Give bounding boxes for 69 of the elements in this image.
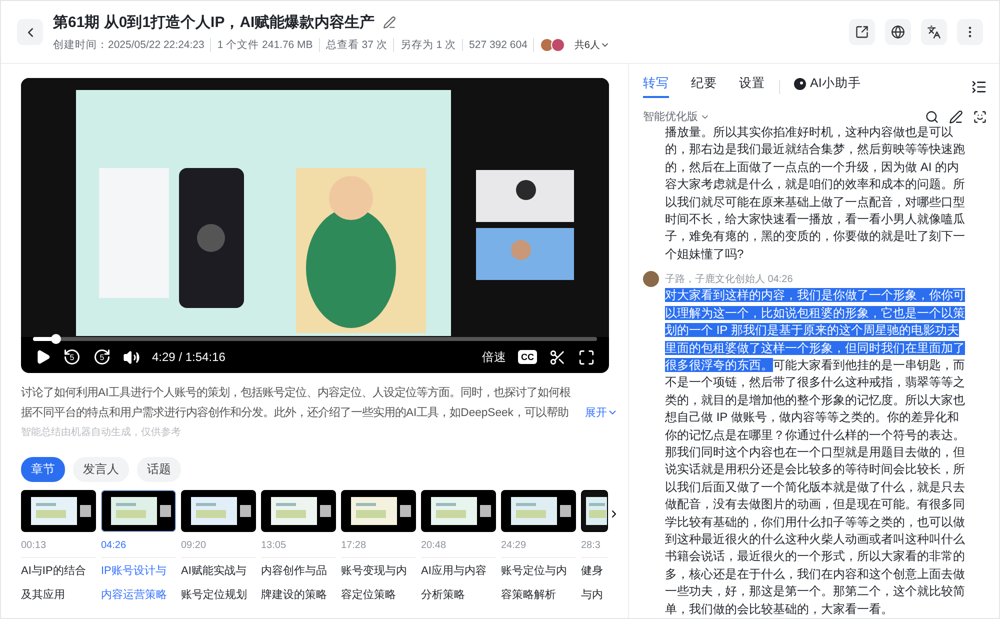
- meta-info: 创建时间：2025/05/22 22:24:23: [53, 38, 206, 52]
- chapter-title[interactable]: 账号变现与内: [341, 560, 416, 582]
- volume-button[interactable]: [123, 348, 140, 366]
- globe-button[interactable]: [885, 19, 911, 45]
- chapter-title[interactable]: AI赋能实战与: [181, 560, 256, 582]
- chapter-title[interactable]: AI与IP的结合: [21, 560, 96, 582]
- chapter-time: 17:28: [341, 540, 416, 558]
- subtitle-button[interactable]: CC: [518, 350, 537, 364]
- panel-tab[interactable]: 纪要: [691, 75, 717, 98]
- panel-tab[interactable]: 设置: [739, 75, 765, 98]
- transcript-paragraph: 对大家看到这样的内容，我们是你做了一个形象，你你可以理解为这一个，比如说包租婆的形象，它也是一个以策划的一个 IP 那我们是基于原来的这个周星驰的电影功夫里面的包租婆做了这样一个形象，但同时我们在里面加了很多很浮夸的东西。可能大家看到他挂的是一串钥匙，而不是一个项链，然后带了很多什么这种戒指，翡翠等等之类的，就目的是增加他的整个形象的记忆度。所以大家也想自己做 IP 做账号，做内容等等之类的。你的差异化和你的记忆点是在哪里？你通过什么样的一个符号的表达。那我们同时这个内容也在一个口型就是用题目去做的，但说实话就是用积分还是会比较多的等待时间会比较长，所以我们后面又做了一个简化版本就是做了什么，就是只去做配音，没有去做图片的动画，但是现在可能。有很多同学比较有基础的，你们用什么扣子等等之类的，也可以做到这种最近很火的什么这种火柴人动画或者叫这种叫什么书籍会说话，最近很火的一个形式，所以大家看的非常的多，核心还是在于什么，我们在内容和这个创意上面去做一些功夫，好，那这是第一个。那第二个，这个就比较简单，我们做的会比较基础的，大家看一看。: [664, 287, 966, 618]
- chapter-title[interactable]: 分析策略: [421, 584, 496, 606]
- progress-track[interactable]: [33, 337, 597, 341]
- filter-tab[interactable]: 发言人: [73, 457, 129, 482]
- share-icon: [855, 25, 869, 39]
- edit-icon[interactable]: [949, 110, 963, 124]
- fullscreen-button[interactable]: [578, 348, 595, 366]
- participants-dropdown[interactable]: 共6人: [568, 38, 610, 52]
- chapter-title[interactable]: 账号定位与内: [501, 560, 576, 582]
- chapter-title[interactable]: 健身: [581, 560, 608, 582]
- expand-link[interactable]: 展开: [585, 405, 618, 423]
- chapter-title[interactable]: 容定位策略: [341, 584, 416, 606]
- chapter-time: 28:3: [581, 540, 608, 558]
- filter-tab[interactable]: 章节: [21, 457, 65, 482]
- meta-info: 527 392 604: [462, 38, 534, 50]
- chapter-title[interactable]: IP账号设计与: [101, 560, 176, 582]
- chapter-title[interactable]: 及其应用: [21, 584, 96, 606]
- filter-tab[interactable]: 话题: [137, 457, 181, 482]
- meta-info: 总查看 37 次: [318, 38, 394, 52]
- play-button[interactable]: [35, 349, 51, 365]
- chapter-title[interactable]: 内容创作与品: [261, 560, 336, 582]
- chapter-title[interactable]: 账号定位规划: [181, 584, 256, 606]
- chapter-title[interactable]: 容策略解析: [501, 584, 576, 606]
- clip-button[interactable]: [549, 348, 566, 366]
- summary-text: 讨论了如何利用AI工具进行个人账号的策划，包括账号定位、内容定位、人设定位等方面。同时，也探讨了如何根据不同平台的特点和用户需求进行内容创作和分发。此外，还介绍了一些实用的AI工具，如DeepSeek，可以帮助: [21, 385, 572, 421]
- chapter-thumbnail[interactable]: [581, 490, 608, 532]
- globe-icon: [891, 25, 905, 39]
- chapter-title[interactable]: 内容运营策略: [101, 584, 176, 606]
- meta-info: 1 个文件 241.76 MB: [210, 38, 319, 52]
- meta-info: 另存为 1 次: [393, 38, 462, 52]
- forward-button[interactable]: 5: [93, 348, 111, 366]
- page-title: 第61期 从0到1打造个人IP，AI赋能爆款内容生产: [53, 12, 375, 32]
- assistant-icon: [794, 78, 806, 90]
- playback-time: 4:29 / 1:54:16: [152, 350, 226, 364]
- summary-note: 智能总结由机器自动生成，仅供参考: [21, 426, 182, 439]
- scan-icon[interactable]: [973, 110, 987, 124]
- chapter-time: 09:20: [181, 540, 256, 558]
- speaker-avatar: [643, 271, 659, 288]
- version-dropdown[interactable]: 智能优化版: [643, 109, 915, 124]
- chapter-title[interactable]: AI应用与内容: [421, 560, 496, 582]
- chapter-time: 04:26: [101, 540, 176, 558]
- chapter-title[interactable]: 与内: [581, 584, 608, 606]
- speed-button[interactable]: 倍速: [482, 348, 506, 366]
- chapter-time: 20:48: [421, 540, 496, 558]
- panel-tab[interactable]: 转写: [643, 75, 669, 98]
- chapter-time: 13:05: [261, 540, 336, 558]
- speaker-name: 子路，子鹿文化创始人 04:26: [665, 272, 793, 286]
- chapter-time: 00:13: [21, 540, 96, 558]
- back-button[interactable]: [17, 19, 43, 45]
- chapter-title[interactable]: 牌建设的策略: [261, 584, 336, 606]
- translate-button[interactable]: [921, 19, 947, 45]
- share-button[interactable]: [849, 19, 875, 45]
- translate-icon: [927, 25, 941, 39]
- search-icon[interactable]: [925, 110, 939, 124]
- rewind-button[interactable]: 5: [63, 348, 81, 366]
- list-icon[interactable]: [971, 78, 987, 95]
- chapter-time: 24:29: [501, 540, 576, 558]
- transcript-paragraph: 播放量。所以其实你掐准好时机，这种内容做也是可以的，那右边是我们最近就结合集梦，然后剪映等等快速跑的，然后在上面做了一点点的一个升级，因为做 AI 的内容大家考虑就是什么，就是咱们的效率和成本的问题。所以我们就尽可能在原来基础上做了一点配音，对哪些口型时间不长，给大家快速看一播放，看一看小男人就像嗑瓜子，难免有瘪的，黑的变质的，你要做的就是吐了刻下一个姐妹懂了吗?: [664, 124, 966, 263]
- panel-tab[interactable]: AI小助手: [794, 75, 861, 98]
